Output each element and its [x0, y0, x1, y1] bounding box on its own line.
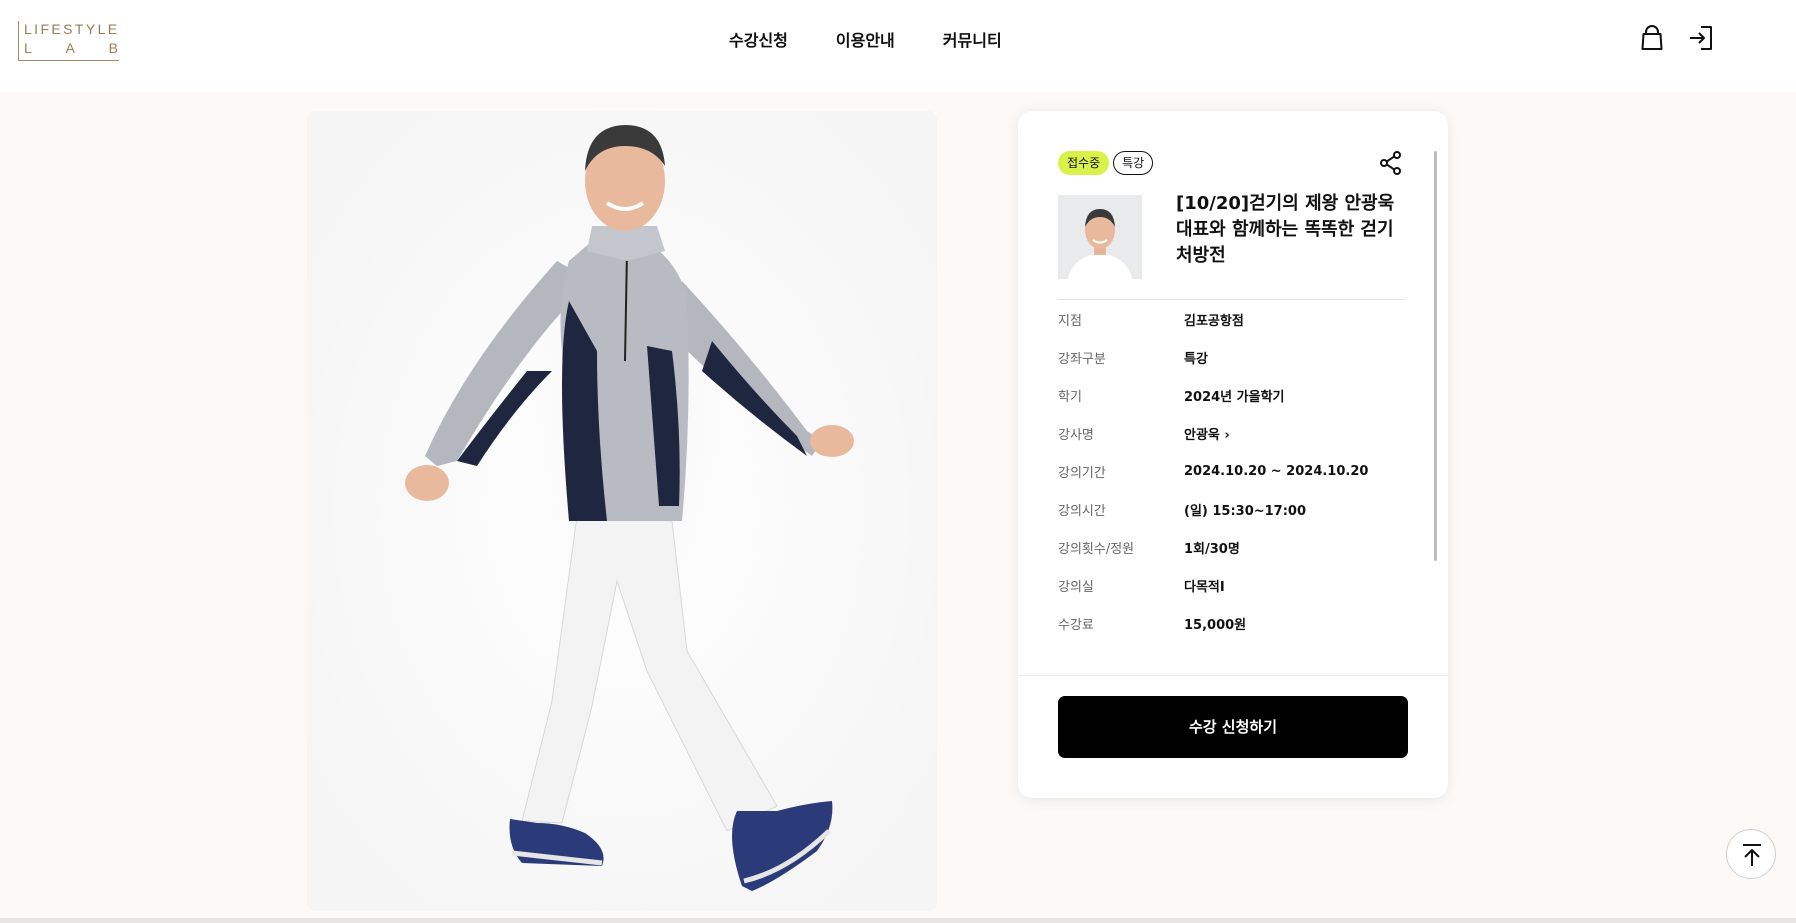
- walking-instructor-image: [307, 111, 937, 911]
- detail-row-fee: 수강료 15,000원: [1058, 604, 1405, 642]
- lifestyle-lab-logo[interactable]: LIFESTYLE L A B: [18, 21, 119, 61]
- course-title: [10/20]걷기의 제왕 안광욱 대표와 함께하는 똑똑한 걷기 처방전: [1176, 193, 1395, 266]
- detail-row-time: 강의시간 (일) 15:30~17:00: [1058, 490, 1405, 528]
- page-bottom-border: [0, 918, 1796, 923]
- logo-letter: L: [24, 40, 32, 56]
- course-details-list: 지점 김포공항점 강좌구분 특강 학기 2024년 가을학기 강사명 안광욱 ›…: [1058, 300, 1405, 642]
- detail-row-room: 강의실 다목적Ⅰ: [1058, 566, 1405, 604]
- course-main-photo: [307, 111, 937, 911]
- logo-line2: L A B: [24, 40, 118, 56]
- logo-line1: LIFESTYLE: [24, 21, 120, 37]
- detail-value: 2024.10.20 ~ 2024.10.20: [1184, 463, 1369, 479]
- detail-row-sessions-capacity: 강의횟수/정원 1회/30명: [1058, 528, 1405, 566]
- detail-value: (일) 15:30~17:00: [1184, 503, 1307, 519]
- detail-label: 강사명: [1058, 427, 1094, 443]
- detail-row-instructor: 강사명 안광욱 ›: [1058, 414, 1405, 452]
- course-info-panel: 접수중 특강 [10/20]걷기의 제왕 안광욱 대표와 함께하는 똑똑한 걷기…: [1018, 111, 1448, 798]
- detail-value: 김포공항점: [1184, 313, 1244, 329]
- detail-row-branch: 지점 김포공항점: [1058, 300, 1405, 338]
- detail-label: 강좌구분: [1058, 351, 1106, 367]
- apply-course-button[interactable]: 수강 신청하기: [1058, 696, 1408, 758]
- share-icon[interactable]: [1378, 150, 1404, 176]
- login-icon[interactable]: [1686, 23, 1716, 53]
- detail-label: 강의횟수/정원: [1058, 541, 1135, 557]
- site-header: LIFESTYLE L A B 수강신청 이용안내 커뮤니티: [0, 0, 1796, 92]
- detail-row-period: 강의기간 2024.10.20 ~ 2024.10.20: [1058, 452, 1405, 490]
- nav-item-course-registration[interactable]: 수강신청: [729, 30, 788, 52]
- detail-label: 강의기간: [1058, 465, 1106, 481]
- scroll-to-top-button[interactable]: [1726, 829, 1776, 879]
- detail-value: 특강: [1184, 351, 1208, 367]
- course-info-scroll-area[interactable]: 접수중 특강 [10/20]걷기의 제왕 안광욱 대표와 함께하는 똑똑한 걷기…: [1018, 111, 1448, 651]
- detail-value: 15,000원: [1184, 617, 1247, 633]
- logo-letter: A: [65, 40, 75, 56]
- detail-value: 2024년 가을학기: [1184, 389, 1285, 405]
- status-badge: 접수중: [1058, 151, 1110, 175]
- detail-label: 수강료: [1058, 617, 1094, 633]
- detail-row-category: 강좌구분 특강: [1058, 338, 1405, 376]
- course-badges: 접수중 특강: [1058, 151, 1154, 175]
- detail-label: 강의시간: [1058, 503, 1106, 519]
- instructor-thumbnail: [1058, 195, 1142, 279]
- detail-value: 1회/30명: [1184, 541, 1240, 557]
- detail-value: 다목적Ⅰ: [1184, 579, 1225, 595]
- detail-label: 학기: [1058, 389, 1082, 405]
- divider: [1018, 675, 1448, 676]
- type-badge: 특강: [1113, 151, 1154, 175]
- nav-item-usage-guide[interactable]: 이용안내: [836, 30, 895, 52]
- logo-letter: B: [108, 40, 118, 56]
- panel-scrollbar[interactable]: [1434, 151, 1437, 561]
- detail-row-semester: 학기 2024년 가을학기: [1058, 376, 1405, 414]
- detail-label: 지점: [1058, 313, 1082, 329]
- shopping-bag-icon[interactable]: [1637, 23, 1667, 53]
- nav-item-community[interactable]: 커뮤니티: [943, 30, 1002, 52]
- detail-label: 강의실: [1058, 579, 1094, 595]
- arrow-up-icon: [1743, 844, 1761, 866]
- instructor-link[interactable]: 안광욱 ›: [1184, 424, 1230, 443]
- main-nav: 수강신청 이용안내 커뮤니티: [729, 30, 1002, 52]
